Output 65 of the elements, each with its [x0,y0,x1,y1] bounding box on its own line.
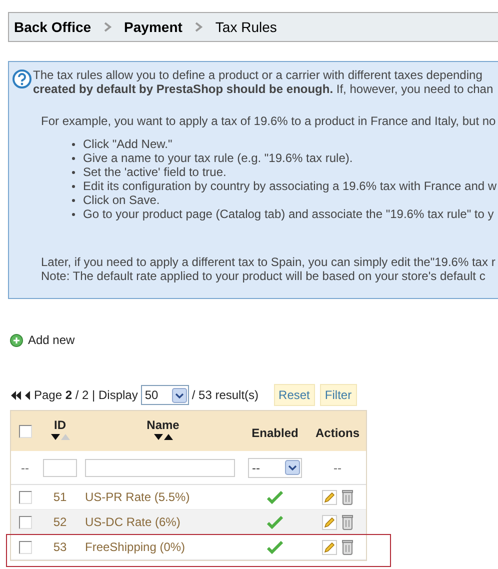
name-cell: FreeShipping (0%) [85,540,186,554]
bullet-icon [72,212,75,216]
reset-button[interactable]: Reset [274,384,315,406]
row-checkbox[interactable] [18,490,32,504]
dropdown-icon [172,388,187,402]
help-icon [12,69,32,89]
row-checkbox[interactable] [18,540,32,554]
sort-descending-icon[interactable] [50,434,60,440]
column-header: Name [146,418,180,432]
display-select[interactable]: 50 [140,385,189,405]
check-icon[interactable] [267,490,283,504]
name-cell: US-PR Rate (5.5%) [85,490,190,504]
bullet-icon [72,198,75,202]
step-text: Edit its configuration by country by associating a 19.6% tax with France and w [83,179,497,193]
bullet-icon [72,184,75,188]
page-info: Page 2 / 2 | Display [34,388,138,402]
breadcrumb-item: Tax Rules [215,19,277,35]
sort-descending-icon[interactable] [154,434,162,440]
check-icon[interactable] [267,540,283,554]
trash-icon[interactable] [342,514,353,530]
select-all-checkbox[interactable] [18,424,32,438]
note-text: Note: The default rate applied to your product will be based on your store's default c [41,269,486,283]
id-cell: 51 [53,490,67,504]
info-text: Later, if you need to apply a different tax to Spain, you can simply edit the"19.6% tax r [41,255,496,269]
trash-icon[interactable] [342,540,353,554]
step-text: Set the 'active' field to true. [83,165,226,179]
id-cell: 52 [53,515,67,529]
edit-icon[interactable] [322,514,337,530]
step-text: Click "Add New." [83,137,172,151]
chevron-icon [103,21,112,33]
edit-icon[interactable] [322,540,337,554]
filter-dash: -- [21,460,29,474]
edit-icon[interactable] [322,490,337,504]
column-header: Actions [315,426,360,440]
add-new-link[interactable]: Add new [28,333,75,347]
bullet-icon [72,156,75,160]
dropdown-icon [285,460,300,475]
info-text: created by default by PrestaShop should be enough. If, however, you need to chan [33,82,494,96]
name-cell: US-DC Rate (6%) [85,515,180,529]
info-text: The tax rules allow you to define a product or a carrier with different taxes depending [33,68,484,82]
name-filter-field[interactable] [85,458,235,476]
breadcrumb-item[interactable]: Back Office [14,19,92,35]
trash-icon[interactable] [342,490,353,504]
step-text: Click on Save. [83,193,160,207]
step-text: Give a name to your tax rule (e.g. "19.6% tax rule). [83,151,353,165]
first-page-icon[interactable] [11,390,22,400]
chevron-icon [194,21,204,33]
column-header: ID [54,418,66,432]
enabled-filter-select[interactable]: -- [248,458,302,478]
sort-ascending-icon[interactable] [164,434,172,440]
row-checkbox[interactable] [18,516,32,528]
id-filter-field[interactable] [43,458,77,476]
id-cell: 53 [53,540,67,554]
step-text: Go to your product page (Catalog tab) and associate the "19.6% tax rule" to y [83,207,494,221]
filter-button[interactable]: Filter [320,384,357,406]
add-icon[interactable] [10,334,23,346]
check-icon[interactable] [267,516,283,528]
breadcrumb-item[interactable]: Payment [124,19,182,35]
example-text: For example, you want to apply a tax of 19.6% to a product in France and Italy, but no [41,114,497,128]
previous-page-icon[interactable] [25,390,31,400]
column-header: Enabled [252,426,298,440]
results-count: / 53 result(s) [192,388,259,402]
bullet-icon [72,142,75,146]
filter-dash: -- [334,460,342,474]
bullet-icon [72,170,75,174]
